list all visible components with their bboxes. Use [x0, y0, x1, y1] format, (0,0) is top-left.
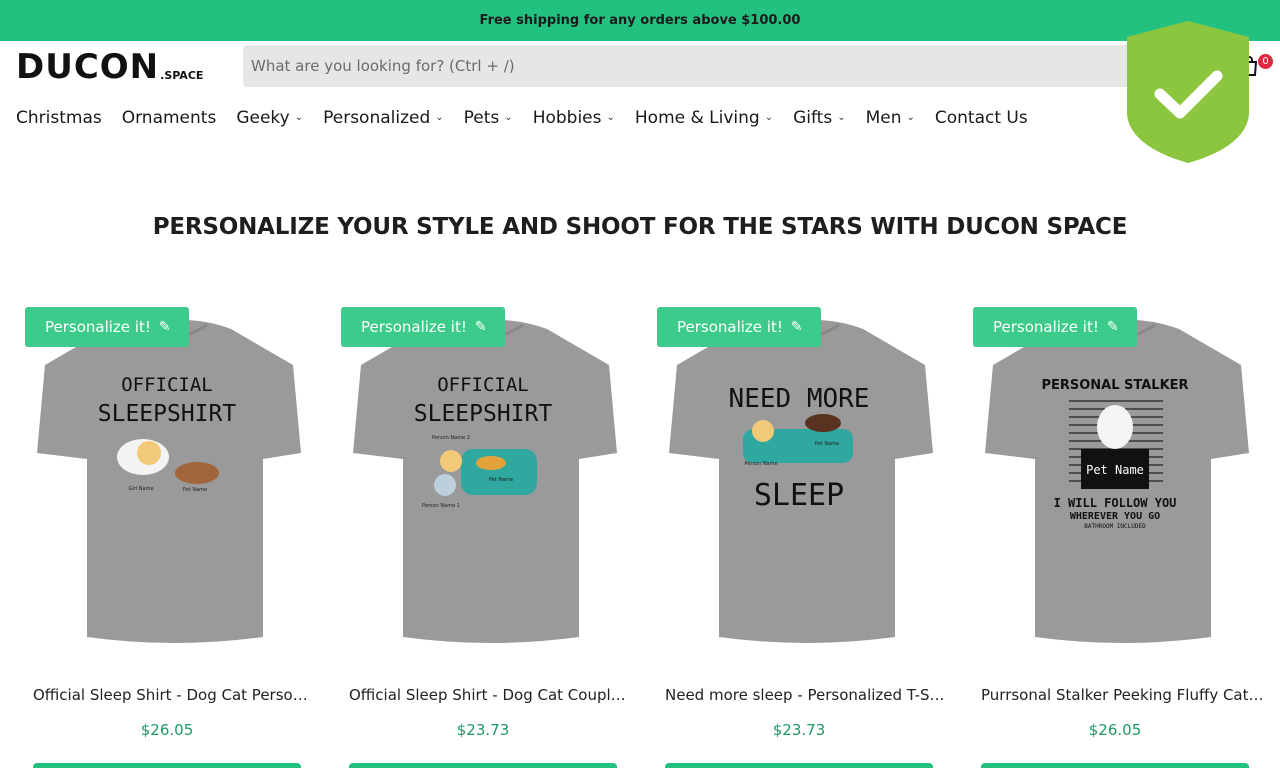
search-bar[interactable] [243, 45, 1143, 87]
product-title[interactable]: Purrsonal Stalker Peeking Fluffy Cat Per… [981, 686, 1265, 704]
product-title[interactable]: Need more sleep - Personalized T-Shirt [665, 686, 949, 704]
product-image[interactable]: NEED MORE Person Name Pet Name SLEEP [657, 307, 957, 657]
personalize-badge[interactable]: Personalize it! ✎ [657, 307, 821, 347]
print-line-1: OFFICIAL [121, 374, 213, 396]
product-card[interactable]: OFFICIAL SLEEPSHIRT Girl Name Pet Name P… [25, 307, 325, 768]
badge-label: Personalize it! [993, 318, 1099, 336]
product-image[interactable]: OFFICIAL SLEEPSHIRT Person Name 2 Person… [341, 307, 641, 657]
nav-label: Gifts [793, 108, 833, 128]
search-input[interactable] [251, 57, 1143, 75]
logo-sub: .SPACE [160, 69, 204, 82]
chevron-down-icon: ⌄ [435, 111, 444, 123]
print-tag-1: Girl Name [128, 486, 153, 492]
product-title[interactable]: Official Sleep Shirt - Dog Cat Personali… [33, 686, 317, 704]
product-card[interactable]: NEED MORE Person Name Pet Name SLEEP Per… [657, 307, 957, 768]
personalize-badge[interactable]: Personalize it! ✎ [973, 307, 1137, 347]
print-line-1: OFFICIAL [437, 374, 529, 396]
nav-label: Christmas [16, 108, 102, 128]
pencil-icon: ✎ [790, 319, 803, 335]
print-line-3: I WILL FOLLOW YOU [1054, 496, 1177, 510]
nav-item-christmas[interactable]: Christmas [16, 108, 102, 128]
site-logo[interactable]: DUCON .SPACE [16, 50, 203, 84]
pencil-icon: ✎ [1106, 319, 1119, 335]
product-card[interactable]: PERSONAL STALKER Pet Name I WILL FOLLOW … [973, 307, 1273, 768]
print-tag-1: Person Name 2 [432, 435, 470, 441]
chevron-down-icon: ⌄ [294, 111, 304, 123]
print-line-2: SLEEPSHIRT [414, 401, 553, 427]
product-card[interactable]: OFFICIAL SLEEPSHIRT Person Name 2 Person… [341, 307, 641, 768]
nav-label: Pets [463, 108, 500, 128]
pencil-icon: ✎ [474, 319, 487, 335]
shield-check-icon [1127, 21, 1249, 163]
nav-item-personalized[interactable]: Personalized ⌄ [323, 108, 444, 128]
nav-label: Home & Living [634, 108, 760, 128]
print-line-2: SLEEPSHIRT [98, 401, 237, 427]
print-line-2: SLEEP [754, 478, 844, 513]
announcement-bar: Free shipping for any orders above $100.… [0, 0, 1280, 41]
print-line-2: Pet Name [1086, 463, 1144, 477]
product-price: $26.05 [1088, 721, 1142, 739]
nav-item-geeky[interactable]: Geeky ⌄ [236, 108, 303, 128]
chevron-down-icon: ⌄ [837, 111, 846, 123]
print-line-5: BATHROOM INCLUDED [1084, 523, 1146, 530]
nav-label: Men [865, 108, 902, 128]
product-image[interactable]: PERSONAL STALKER Pet Name I WILL FOLLOW … [973, 307, 1273, 657]
nav-label: Contact Us [934, 108, 1028, 128]
badge-label: Personalize it! [677, 318, 783, 336]
page-headline: PERSONALIZE YOUR STYLE AND SHOOT FOR THE… [152, 214, 1128, 240]
print-line-4: WHEREVER YOU GO [1070, 511, 1160, 522]
personalize-badge[interactable]: Personalize it! ✎ [341, 307, 505, 347]
print-tag-2: Pet Name [183, 487, 207, 493]
print-tag-1: Person Name [744, 461, 777, 467]
print-tag-2: Pet Name [815, 441, 839, 447]
product-price: $23.73 [772, 721, 826, 739]
nav-item-pets[interactable]: Pets ⌄ [464, 108, 513, 128]
nav-item-home-living[interactable]: Home & Living ⌄ [635, 108, 773, 128]
badge-label: Personalize it! [45, 318, 151, 336]
pencil-icon: ✎ [158, 319, 171, 335]
add-to-cart-button[interactable] [349, 763, 617, 768]
chevron-down-icon: ⌄ [606, 111, 615, 123]
cart-count-badge: 0 [1258, 54, 1273, 69]
chevron-down-icon: ⌄ [764, 111, 774, 123]
print-tag-2: Person Name 1 [422, 503, 460, 509]
main-nav: Christmas Ornaments Geeky ⌄ Personalized ⌄… [16, 106, 1048, 130]
chevron-down-icon: ⌄ [906, 111, 915, 123]
nav-item-hobbies[interactable]: Hobbies ⌄ [533, 108, 615, 128]
nav-item-contact-us[interactable]: Contact Us [935, 108, 1028, 128]
add-to-cart-button[interactable] [981, 763, 1249, 768]
badge-label: Personalize it! [361, 318, 467, 336]
chevron-down-icon: ⌄ [504, 111, 513, 123]
product-price: $26.05 [140, 721, 194, 739]
announcement-text: Free shipping for any orders above $100.… [479, 13, 801, 28]
add-to-cart-button[interactable] [665, 763, 933, 768]
add-to-cart-button[interactable] [33, 763, 301, 768]
personalize-badge[interactable]: Personalize it! ✎ [25, 307, 189, 347]
print-line-1: PERSONAL STALKER [1041, 378, 1188, 393]
nav-label: Hobbies [532, 108, 602, 128]
product-image[interactable]: OFFICIAL SLEEPSHIRT Girl Name Pet Name [25, 307, 325, 657]
nav-label: Ornaments [121, 108, 217, 128]
logo-main: DUCON [16, 47, 160, 87]
print-line-1: NEED MORE [729, 384, 870, 414]
nav-label: Personalized [323, 108, 431, 128]
product-title[interactable]: Official Sleep Shirt - Dog Cat Couple Pe… [349, 686, 633, 704]
nav-label: Geeky [236, 108, 290, 128]
nav-item-gifts[interactable]: Gifts ⌄ [793, 108, 846, 128]
product-price: $23.73 [456, 721, 510, 739]
nav-item-ornaments[interactable]: Ornaments [122, 108, 217, 128]
nav-item-men[interactable]: Men ⌄ [866, 108, 915, 128]
print-tag-3: Pet Name [489, 477, 513, 483]
